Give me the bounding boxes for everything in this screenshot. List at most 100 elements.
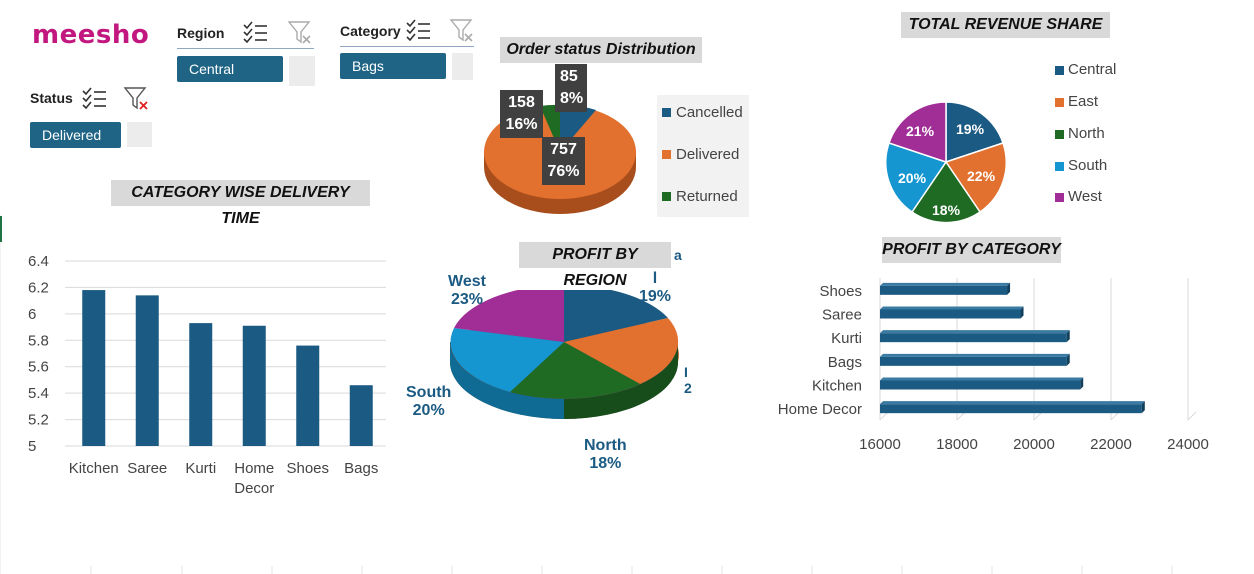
slicer-scrollbar[interactable] bbox=[289, 56, 315, 86]
profit-region-label-west: West 23% bbox=[448, 273, 486, 308]
profit-region-label-east: I2 bbox=[684, 364, 692, 396]
x-tick-label: Bags bbox=[344, 460, 378, 477]
bar-kurti bbox=[880, 333, 1067, 343]
revenue-share-title: TOTAL REVENUE SHARE bbox=[901, 12, 1110, 38]
y-tick-label: 5 bbox=[28, 438, 36, 455]
legend-swatch bbox=[662, 108, 671, 117]
status-delivered-button[interactable]: Delivered bbox=[30, 122, 121, 148]
bar-home-decor bbox=[242, 325, 266, 446]
y-tick-label: 6.2 bbox=[28, 279, 49, 296]
data-label-delivered: 757 76% bbox=[542, 137, 585, 185]
revenue-label-south: 20% bbox=[898, 170, 927, 186]
clear-filter-icon[interactable] bbox=[287, 20, 313, 46]
x-tick-label: 16000 bbox=[859, 436, 901, 453]
y-tick-label: 5.8 bbox=[28, 332, 49, 349]
bar-top bbox=[880, 306, 1024, 310]
bar-top bbox=[880, 401, 1145, 405]
x-tick-label: Saree bbox=[127, 460, 167, 477]
legend-east: East bbox=[1068, 93, 1099, 110]
x-tick-label: 20000 bbox=[1013, 436, 1055, 453]
x-tick-label: Home bbox=[234, 460, 274, 477]
y-tick-label: Kitchen bbox=[812, 378, 862, 395]
slicer-divider bbox=[177, 48, 314, 49]
profit-region-label-north: North 18% bbox=[584, 437, 627, 472]
legend-west: West bbox=[1068, 188, 1102, 205]
y-tick-label: Home Decor bbox=[778, 401, 862, 418]
region-central-button[interactable]: Central bbox=[177, 56, 283, 82]
clear-filter-icon[interactable] bbox=[449, 18, 475, 44]
delivery-time-title: CATEGORY WISE DELIVERY TIME bbox=[111, 180, 370, 227]
x-tick-label: Kurti bbox=[185, 460, 216, 477]
legend-delivered: Delivered bbox=[676, 146, 740, 163]
legend-cancelled: Cancelled bbox=[676, 104, 743, 121]
profit-category-title: PROFIT BY CATEGORY bbox=[882, 237, 1061, 263]
x-tick-label: 18000 bbox=[936, 436, 978, 453]
profit-region-label-central: l 19% bbox=[638, 270, 672, 305]
region-slicer-title: Region bbox=[177, 25, 225, 41]
bar-shoes bbox=[880, 285, 1008, 295]
y-tick-label: Bags bbox=[828, 354, 862, 371]
bar-top bbox=[880, 330, 1070, 334]
x-tick-label: Decor bbox=[234, 480, 274, 497]
y-tick-label: 5.4 bbox=[28, 385, 49, 402]
gridline-depth bbox=[956, 411, 966, 421]
profit-region-label-south: South 20% bbox=[406, 384, 452, 419]
delivery-time-chart: 5 5.2 5.4 5.6 5.8 6 6.2 6.4 Kitchen Saree Kurti Hom… bbox=[28, 253, 386, 497]
revenue-label-north: 18% bbox=[932, 202, 961, 218]
revenue-label-west: 21% bbox=[906, 123, 935, 139]
legend-south: South bbox=[1068, 157, 1108, 174]
y-tick-label: 5.2 bbox=[28, 412, 49, 429]
bar-top bbox=[880, 377, 1084, 381]
bar-kitchen bbox=[82, 290, 106, 446]
bar-kitchen bbox=[880, 380, 1081, 390]
x-tick-label: 22000 bbox=[1090, 436, 1132, 453]
y-tick-label: 5.6 bbox=[28, 359, 49, 376]
bar-saree bbox=[135, 295, 159, 446]
bar-home-decor bbox=[880, 404, 1142, 414]
profit-region-title: PROFIT BY REGION bbox=[519, 242, 671, 289]
category-slicer-title: Category bbox=[340, 23, 401, 39]
slicer-divider bbox=[340, 46, 474, 47]
profit-category-chart: 16000 18000 20000 22000 24000 Shoes Saree Kurti… bbox=[778, 278, 1209, 453]
y-tick-label: 6 bbox=[28, 306, 36, 323]
clear-filter-icon[interactable] bbox=[123, 86, 151, 112]
bar-bags bbox=[880, 356, 1067, 366]
y-tick-label: 6.4 bbox=[28, 253, 49, 270]
revenue-label-east: 22% bbox=[967, 168, 996, 184]
data-label-returned: 158 16% bbox=[500, 90, 543, 138]
multi-select-icon[interactable] bbox=[242, 21, 268, 43]
legend-north: North bbox=[1068, 125, 1105, 142]
legend-swatch bbox=[662, 192, 671, 201]
y-tick-label: Saree bbox=[822, 307, 862, 324]
bar-shoes bbox=[296, 345, 320, 446]
bar-bags bbox=[349, 385, 373, 446]
revenue-label-central: 19% bbox=[956, 121, 985, 137]
x-tick-label: Shoes bbox=[286, 460, 329, 477]
bar-kurti bbox=[189, 323, 213, 446]
legend-central: Central bbox=[1068, 61, 1117, 78]
gridline-depth bbox=[1187, 411, 1197, 421]
meesho-logo: meesho bbox=[32, 20, 150, 50]
y-tick-label: Shoes bbox=[819, 283, 862, 300]
status-slicer-title: Status bbox=[30, 90, 73, 106]
bar-top bbox=[880, 282, 1011, 286]
data-label-cancelled: 85 8% bbox=[555, 64, 587, 112]
category-bags-button[interactable]: Bags bbox=[340, 53, 446, 79]
profit-region-pie bbox=[450, 290, 679, 419]
x-tick-label: Kitchen bbox=[69, 460, 119, 477]
multi-select-icon[interactable] bbox=[405, 19, 431, 41]
legend-swatch bbox=[662, 150, 671, 159]
multi-select-icon[interactable] bbox=[81, 87, 107, 109]
legend-returned: Returned bbox=[676, 188, 738, 205]
x-tick-label: 24000 bbox=[1167, 436, 1209, 453]
bar-saree bbox=[880, 309, 1021, 319]
gridline-depth bbox=[879, 411, 889, 421]
profit-region-label-fragment: a bbox=[674, 247, 682, 263]
gridline-depth bbox=[1033, 411, 1043, 421]
y-tick-label: Kurti bbox=[831, 330, 862, 347]
bar-top bbox=[880, 353, 1070, 357]
order-status-legend: Cancelled Delivered Returned bbox=[657, 95, 749, 217]
slicer-scrollbar[interactable] bbox=[452, 53, 473, 80]
slicer-scrollbar[interactable] bbox=[127, 122, 152, 147]
gridline-depth bbox=[1110, 411, 1120, 421]
